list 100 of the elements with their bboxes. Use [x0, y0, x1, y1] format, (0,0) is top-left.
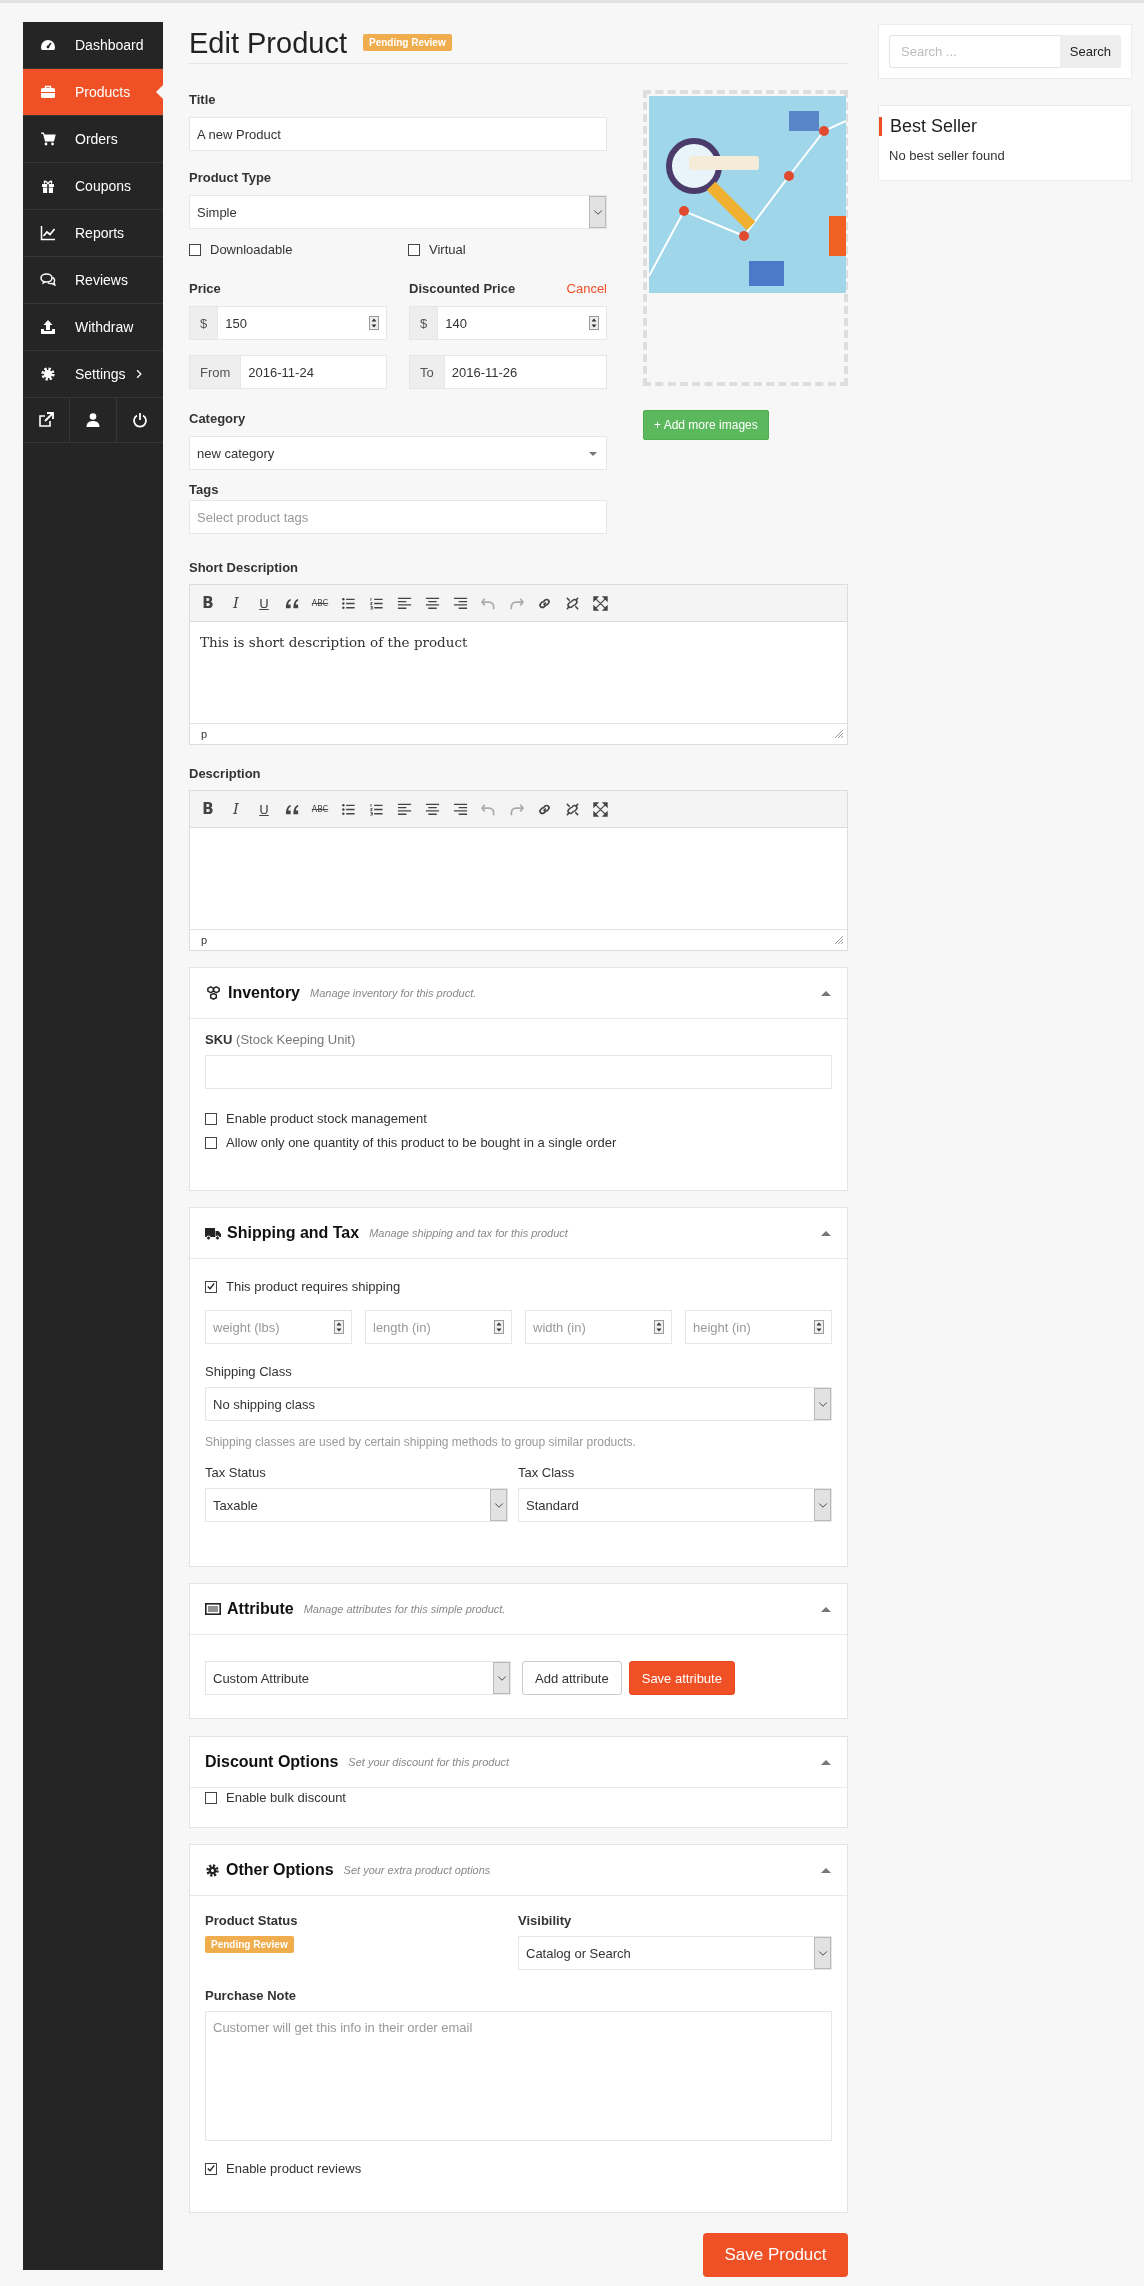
tax-class-select[interactable]: Standard	[518, 1488, 832, 1522]
checkbox[interactable]	[408, 243, 420, 256]
spinner-icon[interactable]	[814, 1320, 824, 1334]
status-badge: Pending Review	[205, 1936, 294, 1953]
panel-subtitle: Manage attributes for this simple product.	[303, 1603, 506, 1615]
bold-button[interactable]: B	[194, 795, 222, 823]
align-right-icon	[452, 595, 468, 611]
spinner-icon[interactable]	[494, 1320, 504, 1334]
sidebar-item[interactable]: Settings	[23, 351, 163, 398]
field-label: Discounted Price	[409, 280, 516, 298]
field-label: Visibility	[518, 1913, 572, 1928]
checkbox-label: Enable product stock management	[226, 1111, 427, 1126]
title-field[interactable]: A new Product	[189, 117, 607, 151]
sidebar-item[interactable]: Orders	[23, 116, 163, 163]
checkbox[interactable]	[189, 243, 201, 256]
upload-icon	[40, 319, 56, 335]
field-label: Shipping Class	[205, 1364, 292, 1379]
underline-button[interactable]: U	[250, 589, 278, 617]
user-icon[interactable]	[85, 412, 101, 428]
fullscreen-icon	[592, 595, 608, 611]
help-text: Shipping classes are used by certain shipping methods to group similar products.	[205, 1435, 637, 1449]
sidebar-item[interactable]: Reviews	[23, 257, 163, 304]
sidebar-item[interactable]: Reports	[23, 210, 163, 257]
checkbox-label: Downloadable	[210, 242, 293, 257]
bold-button[interactable]: B	[194, 589, 222, 617]
cart-icon	[40, 131, 56, 147]
sidebar-item[interactable]: Coupons	[23, 163, 163, 210]
sku-field[interactable]	[205, 1055, 832, 1089]
align-left-icon	[396, 801, 412, 817]
truck-icon	[205, 1225, 221, 1241]
italic-button[interactable]: I	[222, 589, 250, 617]
gauge-icon	[40, 37, 56, 53]
image-drop-area[interactable]	[643, 90, 848, 386]
numbered-list-icon	[368, 595, 384, 611]
checkbox-label: This product requires shipping	[226, 1279, 401, 1294]
search-button[interactable]: Search	[1059, 35, 1121, 68]
strikethrough-button[interactable]: ABC	[306, 589, 334, 617]
editor-label: Description	[189, 765, 262, 783]
briefcase-icon	[40, 84, 56, 100]
field-label: Product Status	[205, 1913, 298, 1928]
bullet-list-icon	[340, 801, 356, 817]
checkbox-label: Enable product reviews	[226, 2161, 362, 2176]
external-link-icon[interactable]	[38, 412, 54, 428]
line-chart-icon	[40, 225, 56, 241]
spinner-icon[interactable]	[369, 316, 379, 330]
resize-grip-icon	[834, 935, 844, 945]
gear-icon	[205, 1862, 220, 1878]
visibility-select[interactable]: Catalog or Search	[518, 1936, 832, 1970]
resize-grip-icon	[834, 729, 844, 739]
italic-button[interactable]: I	[222, 795, 250, 823]
attribute-select[interactable]: Custom Attribute	[205, 1661, 511, 1695]
panel-title: Inventory	[228, 984, 300, 1002]
product-type-select[interactable]: Simple	[189, 195, 607, 229]
sidebar-item[interactable]: Products	[23, 69, 163, 116]
save-attribute-button[interactable]: Save attribute	[628, 1661, 735, 1695]
spinner-icon[interactable]	[334, 1320, 344, 1334]
spinner-icon[interactable]	[589, 316, 599, 330]
category-select[interactable]: new category	[189, 436, 607, 470]
align-right-icon	[452, 801, 468, 817]
checkbox[interactable]	[205, 1112, 217, 1125]
power-icon[interactable]	[132, 412, 148, 428]
field-label: Product Type	[189, 169, 272, 187]
rich-text-editor[interactable]: B I U ABC This is short description of the product p	[189, 584, 848, 745]
checkbox-label: Enable bulk discount	[226, 1790, 346, 1805]
checkbox[interactable]	[205, 2162, 217, 2175]
save-product-button[interactable]: Save Product	[703, 2233, 848, 2277]
align-left-icon	[396, 595, 412, 611]
field-label: Tax Class	[518, 1465, 575, 1480]
checkbox[interactable]	[205, 1136, 217, 1149]
add-attribute-button[interactable]: Add attribute	[522, 1661, 622, 1695]
date-field[interactable]: 2016-11-26	[444, 355, 607, 389]
gift-icon	[40, 178, 56, 194]
panel-title: Other Options	[226, 1861, 334, 1879]
element-path: p	[201, 934, 208, 946]
shipping-class-select[interactable]: No shipping class	[205, 1387, 832, 1421]
date-field[interactable]: 2016-11-24	[241, 355, 387, 389]
unlink-icon	[564, 595, 580, 611]
spinner-icon[interactable]	[654, 1320, 664, 1334]
field-label: Tags	[189, 481, 219, 499]
strikethrough-button[interactable]: ABC	[306, 795, 334, 823]
field-label: Purchase Note	[205, 1988, 297, 2003]
panel-title: Discount Options	[205, 1753, 339, 1771]
align-center-icon	[424, 801, 440, 817]
field-label: Title	[189, 91, 216, 109]
sidebar-item[interactable]: Withdraw	[23, 304, 163, 351]
rich-text-editor[interactable]: B I U ABC p	[189, 790, 848, 951]
widget-title: Best Seller	[879, 117, 1131, 136]
checkbox[interactable]	[205, 1280, 217, 1293]
checkbox[interactable]	[205, 1791, 217, 1804]
gear-icon	[40, 366, 56, 382]
widget-text: No best seller found	[888, 148, 1006, 163]
tax-status-select[interactable]: Taxable	[205, 1488, 508, 1522]
bullet-list-icon	[340, 595, 356, 611]
price-field[interactable]: 150	[218, 306, 387, 340]
checkbox-label: Virtual	[429, 242, 466, 257]
field-label: Price	[189, 280, 221, 298]
price-field[interactable]: 140	[438, 306, 607, 340]
unlink-icon	[564, 801, 580, 817]
underline-button[interactable]: U	[250, 795, 278, 823]
list-icon	[205, 1601, 221, 1617]
